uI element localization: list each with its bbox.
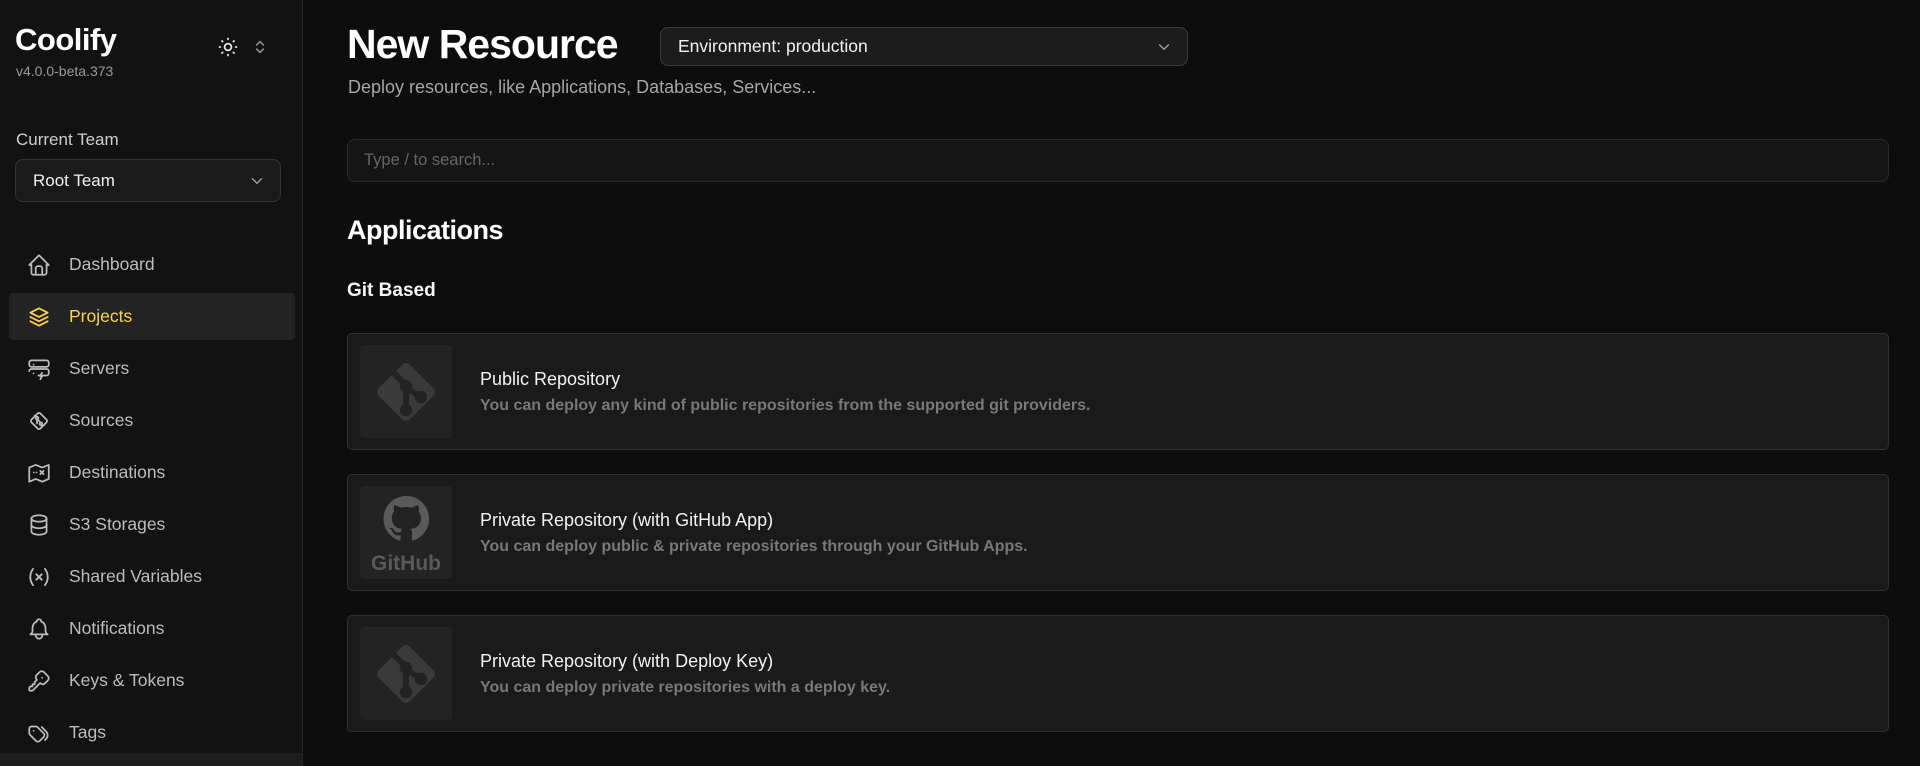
sidebar-item-sources[interactable]: Sources xyxy=(9,397,295,444)
sidebar-item-keys-tokens[interactable]: Keys & Tokens xyxy=(9,657,295,704)
sun-icon[interactable] xyxy=(216,35,240,59)
sidebar-item-label: S3 Storages xyxy=(69,514,166,534)
variables-icon xyxy=(26,564,52,590)
subsection-title-git-based: Git Based xyxy=(347,280,436,301)
resource-card-private-repository-github-app[interactable]: GitHub Private Repository (with GitHub A… xyxy=(347,474,1889,591)
resource-card-public-repository[interactable]: Public Repository You can deploy any kin… xyxy=(347,333,1889,450)
main-content: New Resource Environment: production Dep… xyxy=(304,0,1920,766)
resource-card-list: Public Repository You can deploy any kin… xyxy=(347,333,1889,732)
page-subtitle: Deploy resources, like Applications, Dat… xyxy=(348,77,817,97)
search-input[interactable] xyxy=(347,139,1889,182)
home-icon xyxy=(26,252,52,278)
sidebar-nav: Dashboard Projects Servers Sources Desti… xyxy=(9,241,295,761)
sidebar-item-label: Servers xyxy=(69,358,130,378)
database-icon xyxy=(26,512,52,538)
github-icon: GitHub xyxy=(360,486,452,579)
sidebar-item-shared-variables[interactable]: Shared Variables xyxy=(9,553,295,600)
resource-card-description: You can deploy public & private reposito… xyxy=(480,537,1028,555)
sidebar-item-destinations[interactable]: Destinations xyxy=(9,449,295,496)
svg-text:GitHub: GitHub xyxy=(371,552,441,575)
bell-icon xyxy=(26,616,52,642)
sidebar-item-notifications[interactable]: Notifications xyxy=(9,605,295,652)
sidebar-item-tags[interactable]: Tags xyxy=(9,709,295,756)
resource-card-private-repository-deploy-key[interactable]: Private Repository (with Deploy Key) You… xyxy=(347,615,1889,732)
resource-card-title: Private Repository (with GitHub App) xyxy=(480,509,774,530)
page-title: New Resource xyxy=(347,21,619,67)
team-select[interactable]: Root Team xyxy=(15,159,281,202)
sidebar-item-label: Tags xyxy=(69,722,106,742)
sidebar-item-s3-storages[interactable]: S3 Storages xyxy=(9,501,295,548)
sidebar-item-label: Notifications xyxy=(69,618,165,638)
sidebar-item-label: Destinations xyxy=(69,462,166,482)
resource-card-title: Public Repository xyxy=(480,368,621,389)
sidebar: Coolify v4.0.0-beta.373 Current Team Roo… xyxy=(0,0,303,766)
sidebar-bottom-strip xyxy=(0,753,302,766)
sidebar-item-dashboard[interactable]: Dashboard xyxy=(9,241,295,288)
app-logo[interactable]: Coolify xyxy=(15,22,117,58)
sidebar-item-label: Dashboard xyxy=(69,254,155,274)
resource-card-title: Private Repository (with Deploy Key) xyxy=(480,650,774,671)
current-team-label: Current Team xyxy=(16,130,119,149)
sidebar-top-icons xyxy=(216,35,270,59)
sidebar-item-projects[interactable]: Projects xyxy=(9,293,295,340)
chevron-down-icon xyxy=(248,172,266,190)
sidebar-item-label: Shared Variables xyxy=(69,566,202,586)
git-icon xyxy=(360,345,452,438)
git-icon xyxy=(360,627,452,720)
section-title-applications: Applications xyxy=(347,215,504,245)
sidebar-item-label: Keys & Tokens xyxy=(69,670,185,690)
environment-select-value: Environment: production xyxy=(678,36,868,56)
resource-card-description: You can deploy any kind of public reposi… xyxy=(480,396,1091,414)
key-icon xyxy=(26,668,52,694)
layers-icon xyxy=(26,304,52,330)
resource-card-description: You can deploy private repositories with… xyxy=(480,678,891,696)
tags-icon xyxy=(26,720,52,746)
git-source-icon xyxy=(26,408,52,434)
server-icon xyxy=(26,356,52,382)
team-select-value: Root Team xyxy=(33,170,115,190)
selector-icon[interactable] xyxy=(250,37,270,57)
environment-select[interactable]: Environment: production xyxy=(660,27,1188,66)
chevron-down-icon xyxy=(1155,38,1173,56)
sidebar-item-label: Sources xyxy=(69,410,134,430)
sidebar-item-servers[interactable]: Servers xyxy=(9,345,295,392)
map-icon xyxy=(26,460,52,486)
sidebar-item-label: Projects xyxy=(69,306,133,326)
app-version: v4.0.0-beta.373 xyxy=(16,63,114,79)
